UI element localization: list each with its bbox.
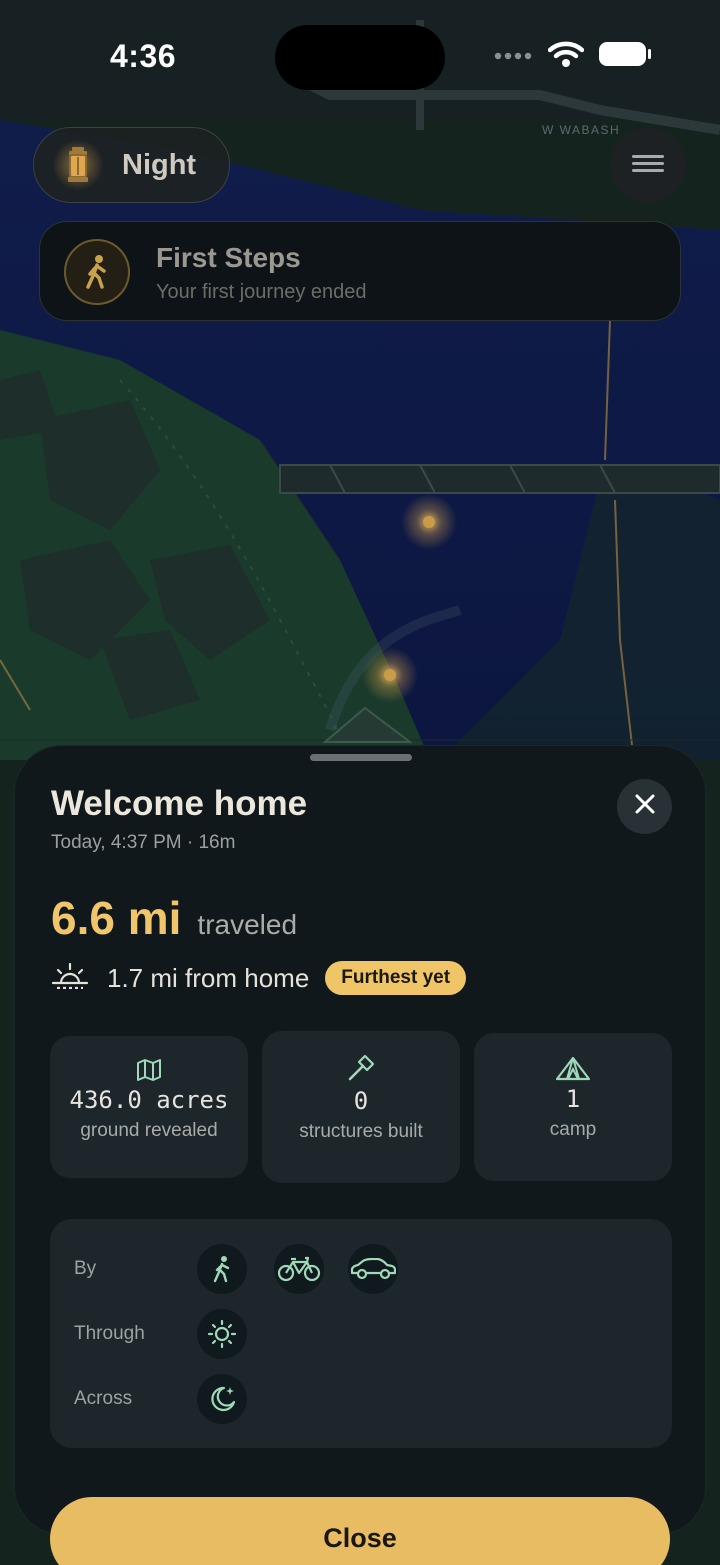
stat-label: camp [549,1119,597,1140]
dismiss-button[interactable] [617,779,672,834]
status-icons [494,40,652,73]
close-icon [634,793,656,820]
achievement-title: First Steps [156,242,301,273]
time-of-day-label: Night [122,148,197,181]
lantern-icon [52,139,104,191]
travel-modes-panel: By Through Across [50,1219,672,1448]
mode-label-by: By [74,1258,97,1279]
close-button[interactable]: Close [50,1497,670,1565]
achievement-subtitle: Your first journey ended [156,281,367,303]
achievement-toast[interactable]: First Steps Your first journey ended [39,221,681,321]
stat-value: 436.0 acres [69,1086,229,1114]
map-icon [50,1058,248,1082]
moon-star-icon [197,1374,247,1424]
signal-dots-icon [494,48,534,66]
walking-person-icon [64,239,130,305]
dynamic-island [275,25,445,90]
sun-icon [197,1309,247,1359]
sunrise-icon [51,962,89,994]
stat-value: 0 [353,1087,369,1115]
stat-tile-camp: 1 camp [474,1033,672,1181]
stat-value: 1 [565,1085,581,1113]
stat-label: structures built [299,1121,423,1142]
hammer-icon [262,1053,460,1083]
sheet-title: Welcome home [51,784,308,823]
walking-icon [197,1244,247,1294]
bicycle-icon [274,1244,324,1294]
distance-label: traveled [197,909,298,940]
street-label: W WABASH [542,123,621,137]
journey-meta: Today, 4:37 PM · 16m [51,832,236,853]
stat-label: ground revealed [80,1120,218,1141]
distance-summary: 6.6 mi traveled [51,891,297,945]
journey-summary-sheet: Welcome home Today, 4:37 PM · 16m 6.6 mi… [14,745,706,1535]
furthest-yet-badge: Furthest yet [325,961,467,995]
status-time: 4:36 [110,38,177,74]
menu-icon [632,153,664,178]
mode-label-across: Across [74,1388,133,1409]
from-home-row: 1.7 mi from home Furthest yet [51,961,467,995]
from-home-distance: 1.7 mi from home [107,962,310,993]
car-icon [348,1244,398,1294]
stat-tile-ground: 436.0 acres ground revealed [50,1036,248,1178]
sheet-drag-handle[interactable] [310,754,412,761]
wifi-icon [547,40,585,73]
time-of-day-toggle[interactable]: Night [33,127,230,203]
menu-button[interactable] [610,127,686,203]
distance-value: 6.6 mi [51,892,182,944]
battery-icon [598,41,652,72]
tent-icon [474,1055,672,1081]
stat-tile-structures: 0 structures built [262,1031,460,1183]
close-button-label: Close [323,1523,397,1553]
mode-label-through: Through [74,1323,145,1344]
